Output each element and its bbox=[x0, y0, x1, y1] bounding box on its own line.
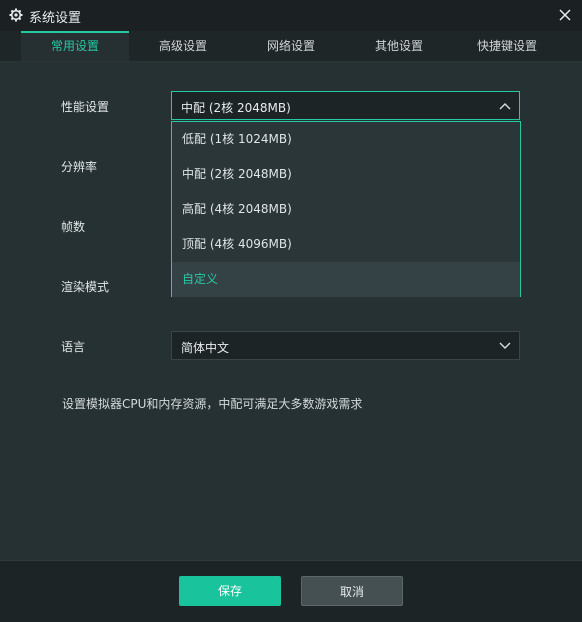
performance-value: 中配 (2核 2048MB) bbox=[181, 101, 291, 115]
tab-general[interactable]: 常用设置 bbox=[21, 31, 129, 61]
render-mode-label: 渲染模式 bbox=[61, 280, 110, 294]
footer bbox=[0, 560, 582, 622]
tab-shortcuts[interactable]: 快捷键设置 bbox=[453, 31, 561, 61]
performance-select[interactable]: 中配 (2核 2048MB) bbox=[171, 91, 520, 120]
tab-bar: 常用设置 高级设置 网络设置 其他设置 快捷键设置 bbox=[0, 31, 582, 61]
title-bar: 系统设置 bbox=[0, 0, 582, 31]
fps-label: 帧数 bbox=[61, 220, 86, 234]
cancel-button[interactable]: 取消 bbox=[301, 576, 403, 606]
gear-icon bbox=[9, 8, 23, 22]
option-high[interactable]: 高配 (4核 2048MB) bbox=[172, 192, 520, 227]
window-title: 系统设置 bbox=[29, 11, 82, 26]
option-custom[interactable]: 自定义 bbox=[172, 262, 520, 297]
tab-advanced[interactable]: 高级设置 bbox=[129, 31, 237, 61]
language-value: 简体中文 bbox=[181, 341, 230, 355]
performance-dropdown: 低配 (1核 1024MB) 中配 (2核 2048MB) 高配 (4核 204… bbox=[171, 121, 521, 297]
close-icon[interactable] bbox=[556, 6, 574, 24]
performance-hint: 设置模拟器CPU和内存资源，中配可满足大多数游戏需求 bbox=[62, 397, 363, 411]
resolution-label: 分辨率 bbox=[61, 160, 98, 174]
language-select[interactable]: 简体中文 bbox=[171, 331, 520, 360]
option-medium[interactable]: 中配 (2核 2048MB) bbox=[172, 157, 520, 192]
language-label: 语言 bbox=[61, 340, 86, 354]
tab-network[interactable]: 网络设置 bbox=[237, 31, 345, 61]
tab-other[interactable]: 其他设置 bbox=[345, 31, 453, 61]
option-top[interactable]: 顶配 (4核 4096MB) bbox=[172, 227, 520, 262]
chevron-down-icon bbox=[499, 342, 511, 349]
chevron-up-icon bbox=[499, 103, 511, 110]
footer-divider bbox=[0, 560, 582, 561]
performance-label: 性能设置 bbox=[61, 100, 110, 114]
save-button[interactable]: 保存 bbox=[179, 576, 281, 606]
option-low[interactable]: 低配 (1核 1024MB) bbox=[172, 122, 520, 157]
